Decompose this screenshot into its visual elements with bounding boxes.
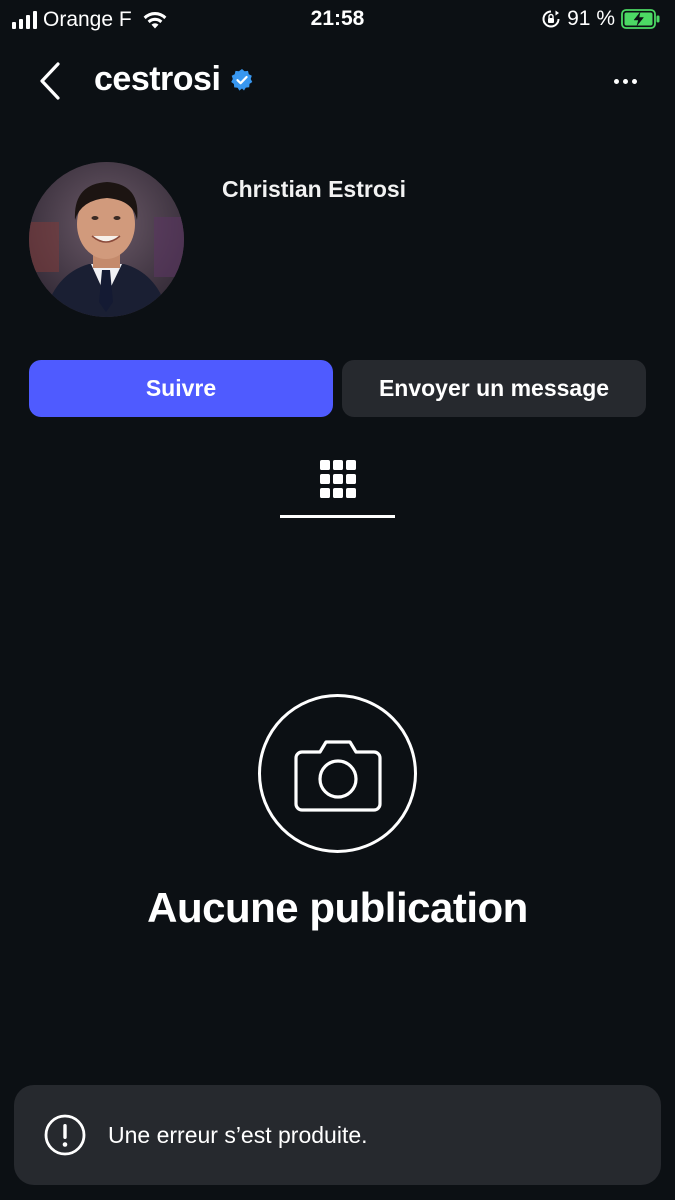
verified-badge-icon	[231, 68, 253, 91]
rotation-lock-icon	[542, 10, 560, 28]
battery-icon	[621, 9, 660, 29]
profile-header: cestrosi	[0, 52, 675, 110]
more-options-icon[interactable]	[605, 66, 645, 96]
full-name: Christian Estrosi	[222, 176, 407, 202]
username: cestrosi	[94, 60, 221, 98]
back-button[interactable]	[30, 60, 70, 102]
profile-screen: Orange F 21:58 91 % cestrosi Christian E…	[0, 0, 675, 1200]
avatar[interactable]	[29, 162, 184, 317]
battery-percentage: 91 %	[567, 7, 615, 30]
error-toast: Une erreur s’est produite.	[14, 1085, 661, 1185]
username-group: cestrosi	[94, 60, 254, 99]
grid-icon	[319, 460, 356, 498]
tab-posts-grid[interactable]	[280, 448, 395, 518]
empty-state-icon-circle	[258, 694, 417, 853]
toast-message: Une erreur s’est produite.	[108, 1121, 368, 1148]
empty-state-title: Aucune publication	[147, 884, 528, 931]
status-right: 91 %	[541, 7, 661, 31]
follow-button[interactable]: Suivre	[29, 360, 333, 417]
status-bar: Orange F 21:58 91 %	[0, 0, 675, 40]
active-tab-indicator	[280, 515, 395, 518]
camera-icon	[293, 739, 382, 812]
back-chevron-icon	[40, 62, 60, 100]
alert-icon	[44, 1114, 86, 1156]
send-message-button[interactable]: Envoyer un message	[342, 360, 646, 417]
avatar-photo	[29, 162, 184, 317]
